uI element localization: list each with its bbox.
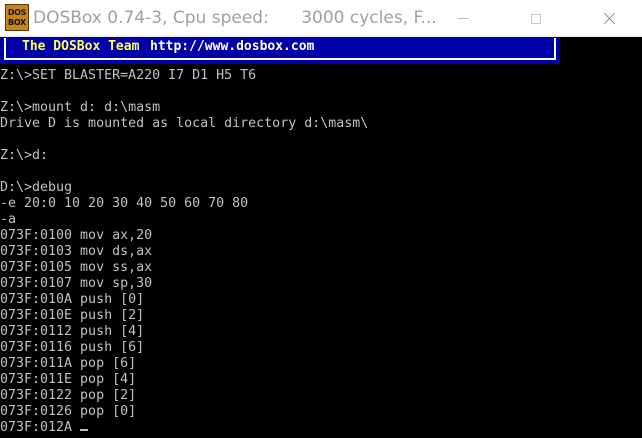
console-line: 073F:0105 mov ss,ax bbox=[0, 260, 642, 276]
minimize-icon bbox=[458, 18, 468, 19]
console-line: Drive D is mounted as local directory d:… bbox=[0, 116, 642, 132]
console-line-text: 073F:012A bbox=[0, 420, 81, 435]
console-line-text: -a bbox=[0, 212, 17, 227]
console-line: D:\>debug bbox=[0, 180, 642, 196]
icon-text-top: DOS bbox=[7, 7, 27, 17]
console-line: Z:\>SET BLASTER=A220 I7 D1 H5 T6 bbox=[0, 68, 642, 84]
console-line-text: 073F:010A push [0] bbox=[0, 292, 145, 307]
console-line-text: 073F:0105 mov ss,ax bbox=[0, 260, 153, 275]
console-line: 073F:0112 push [4] bbox=[0, 324, 642, 340]
maximize-button[interactable] bbox=[513, 0, 559, 37]
console-line: 073F:0126 pop [0] bbox=[0, 404, 642, 420]
console-line-text: D:\>debug bbox=[0, 180, 73, 195]
console-line: 073F:010A push [0] bbox=[0, 292, 642, 308]
close-icon bbox=[603, 12, 616, 25]
console-line: 073F:011A pop [6] bbox=[0, 356, 642, 372]
console-line: -a bbox=[0, 212, 642, 228]
console-line: 073F:010E push [2] bbox=[0, 308, 642, 324]
console-line: -e 20:0 10 20 30 40 50 60 70 80 bbox=[0, 196, 642, 212]
console-line: Z:\>mount d: d:\masm bbox=[0, 100, 642, 116]
console-line-text: Drive D is mounted as local directory d:… bbox=[0, 116, 369, 131]
console-line-text: 073F:011E pop [4] bbox=[0, 372, 137, 387]
minimize-button[interactable] bbox=[440, 0, 486, 37]
banner-url-text: http://www.dosbox.com bbox=[150, 39, 315, 54]
console-line-text: Z:\>d: bbox=[0, 148, 49, 163]
console-line: 073F:011E pop [4] bbox=[0, 372, 642, 388]
dosbox-banner: The DOSBox Team http://www.dosbox.com bbox=[0, 37, 560, 64]
icon-text-bottom: BOX bbox=[8, 17, 26, 27]
text-cursor bbox=[80, 429, 89, 431]
banner-frame: The DOSBox Team http://www.dosbox.com bbox=[4, 38, 556, 60]
console-line-text: 073F:0112 push [4] bbox=[0, 324, 145, 339]
console-line-text: 073F:0122 pop [2] bbox=[0, 388, 137, 403]
console-line: Z:\>d: bbox=[0, 148, 642, 164]
window-title: DOSBox 0.74-3, Cpu speed: 3000 cycles, F… bbox=[33, 8, 437, 28]
console-line-text: 073F:0116 push [6] bbox=[0, 340, 145, 355]
console-line-text: 073F:011A pop [6] bbox=[0, 356, 137, 371]
console-line-text: Z:\>mount d: d:\masm bbox=[0, 100, 161, 115]
console-line-text: Z:\>SET BLASTER=A220 I7 D1 H5 T6 bbox=[0, 68, 257, 83]
dosbox-icon[interactable]: DOS BOX bbox=[5, 4, 29, 31]
console-line-text: -e 20:0 10 20 30 40 50 60 70 80 bbox=[0, 196, 249, 211]
console-line: 073F:0107 mov sp,30 bbox=[0, 276, 642, 292]
maximize-icon bbox=[531, 13, 541, 24]
dos-console[interactable]: Z:\>SET BLASTER=A220 I7 D1 H5 T6 Z:\>moun… bbox=[0, 68, 642, 436]
console-line: 073F:0103 mov ds,ax bbox=[0, 244, 642, 260]
console-line-text: 073F:0107 mov sp,30 bbox=[0, 276, 153, 291]
console-line-text: 073F:010E push [2] bbox=[0, 308, 145, 323]
console-line-text: 073F:0100 mov ax,20 bbox=[0, 228, 153, 243]
console-line: 073F:0122 pop [2] bbox=[0, 388, 642, 404]
console-line-text: 073F:0103 mov ds,ax bbox=[0, 244, 153, 259]
console-line: 073F:0100 mov ax,20 bbox=[0, 228, 642, 244]
console-line: 073F:012A bbox=[0, 420, 642, 436]
banner-team-text: The DOSBox Team bbox=[22, 39, 140, 54]
window-titlebar[interactable]: DOS BOX DOSBox 0.74-3, Cpu speed: 3000 c… bbox=[0, 0, 642, 37]
console-line-text: 073F:0126 pop [0] bbox=[0, 404, 137, 419]
close-button[interactable] bbox=[586, 0, 632, 37]
console-line: 073F:0116 push [6] bbox=[0, 340, 642, 356]
